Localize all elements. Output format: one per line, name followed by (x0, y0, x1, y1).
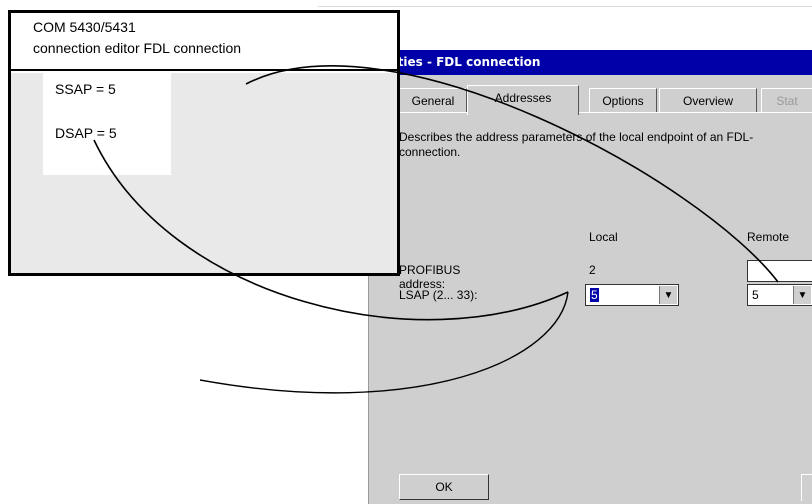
ssap-value: SSAP = 5 (55, 81, 116, 97)
tab-strip: General Addresses Options Overview Stat (369, 85, 812, 115)
screenshot-top-border (318, 6, 812, 7)
tab-separator (369, 112, 812, 113)
lsap-label: LSAP (2... 33): (399, 288, 478, 302)
tab-addresses[interactable]: Addresses (467, 85, 579, 115)
profibus-label-line1: PROFIBUS (399, 263, 461, 277)
chevron-down-icon[interactable]: ▼ (659, 286, 677, 304)
properties-dialog: perties - FDL connection General Address… (368, 50, 812, 504)
description-text: Describes the address parameters of the … (399, 130, 754, 159)
tab-general[interactable]: General (399, 88, 467, 112)
lsap-remote-combo[interactable]: 5 ▼ (747, 284, 812, 306)
tab-overview[interactable]: Overview (659, 88, 757, 112)
lsap-local-combo[interactable]: 5 ▼ (585, 284, 679, 306)
column-local-label: Local (589, 230, 618, 244)
cancel-button-edge[interactable] (801, 474, 812, 501)
callout-subtitle: connection editor FDL connection (33, 40, 242, 56)
callout-header: COM 5430/5431 connection editor FDL conn… (11, 13, 397, 71)
tab-status[interactable]: Stat (761, 88, 812, 112)
lsap-local-value: 5 (590, 288, 599, 302)
dsap-value: DSAP = 5 (55, 125, 117, 141)
dialog-title: perties - FDL connection (369, 50, 812, 75)
callout-title: COM 5430/5431 (33, 19, 136, 35)
profibus-local-value: 2 (589, 263, 596, 277)
callout-box: COM 5430/5431 connection editor FDL conn… (8, 10, 400, 276)
profibus-remote-field[interactable] (747, 260, 812, 282)
lsap-remote-value: 5 (752, 288, 759, 302)
column-remote-label: Remote (747, 230, 790, 244)
tab-options[interactable]: Options (589, 88, 657, 112)
ok-button[interactable]: OK (399, 474, 489, 500)
chevron-down-icon[interactable]: ▼ (793, 286, 811, 304)
